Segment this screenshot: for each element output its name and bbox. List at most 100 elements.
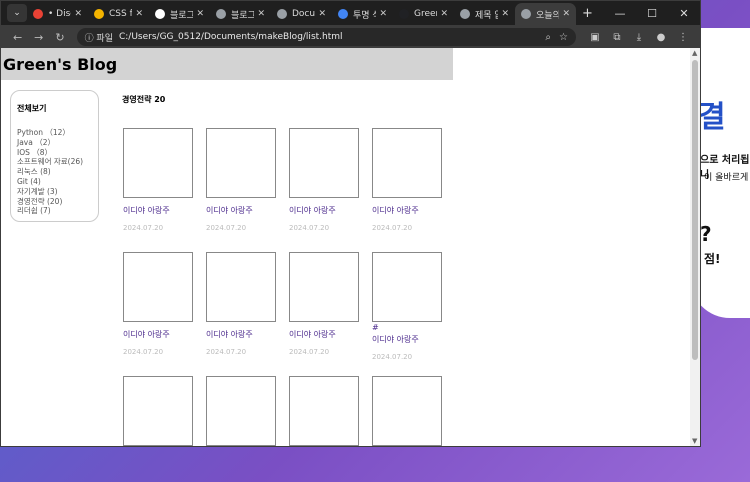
post-card[interactable]	[206, 376, 276, 446]
address-bar[interactable]: ⓘ 파일 C:/Users/GG_0512/Documents/makeBlog…	[76, 28, 576, 46]
post-card[interactable]: 이디야 아랑주 2024.07.20	[206, 252, 276, 356]
post-title[interactable]: 이디야 아랑주	[289, 205, 359, 216]
browser-tab[interactable]: Docum✕	[271, 3, 332, 25]
post-title[interactable]: 이디야 아랑주	[123, 205, 193, 216]
post-title[interactable]: 이디야 아랑주	[206, 205, 276, 216]
site-info-chip[interactable]: ⓘ 파일	[85, 31, 113, 44]
post-thumbnail[interactable]	[372, 252, 442, 322]
blog-header: Green's Blog	[1, 48, 453, 80]
new-tab-plus-icon[interactable]: +	[582, 6, 593, 21]
tab-close-icon[interactable]: ✕	[562, 9, 570, 19]
post-card[interactable]: 이디야 아랑주 2024.07.20	[372, 128, 442, 232]
scrollbar-thumb[interactable]	[692, 60, 698, 360]
close-window-icon[interactable]: ✕	[668, 7, 700, 20]
blog-title[interactable]: Green's Blog	[3, 55, 117, 74]
browser-tab[interactable]: Green✕	[393, 3, 454, 25]
browser-tab[interactable]: • Disco✕	[27, 3, 88, 25]
browser-tab[interactable]: 투명 삭✕	[332, 3, 393, 25]
profile-icon[interactable]: ●	[650, 32, 672, 43]
sidebar-category-link[interactable]: 리더쉽 (7)	[17, 206, 92, 216]
window-controls: — ☐ ✕	[604, 7, 700, 20]
bookmark-star-icon[interactable]: ☆	[559, 32, 568, 43]
sidebar-category-link[interactable]: 소프트웨어 자료(26)	[17, 157, 92, 167]
tab-close-icon[interactable]: ✕	[379, 9, 387, 19]
tab-label: • Disco	[48, 9, 71, 19]
scroll-up-icon[interactable]: ▲	[692, 49, 697, 57]
post-thumbnail[interactable]	[289, 128, 359, 198]
post-thumbnail[interactable]	[206, 376, 276, 446]
sidebar-category-link[interactable]: 경영전략 (20)	[17, 197, 92, 207]
minimize-icon[interactable]: —	[604, 7, 636, 20]
vertical-scrollbar[interactable]: ▲ ▼	[690, 48, 700, 446]
post-date: 2024.07.20	[123, 348, 164, 356]
tab-close-icon[interactable]: ✕	[440, 9, 448, 19]
sidebar-category-link[interactable]: 자기계발 (3)	[17, 187, 92, 197]
browser-tab[interactable]: CSS fle✕	[88, 3, 149, 25]
maximize-icon[interactable]: ☐	[636, 7, 668, 20]
sidebar-heading[interactable]: 전체보기	[17, 103, 92, 114]
browser-tab[interactable]: 제목 없✕	[454, 3, 515, 25]
download-icon[interactable]: ⤓	[628, 32, 650, 43]
reload-icon[interactable]: ↻	[49, 31, 70, 44]
post-title[interactable]: 이디야 아랑주	[372, 205, 442, 216]
tab-close-icon[interactable]: ✕	[257, 9, 265, 19]
background-heading: 결	[698, 100, 726, 135]
tab-close-icon[interactable]: ✕	[74, 9, 82, 19]
zoom-icon[interactable]: ⌕	[545, 32, 551, 43]
tab-label: CSS fle	[109, 9, 133, 19]
post-thumbnail[interactable]	[289, 252, 359, 322]
post-thumbnail[interactable]	[123, 128, 193, 198]
post-title[interactable]: 이디야 아랑주	[372, 334, 442, 345]
tab-favicon-icon	[155, 9, 165, 19]
browser-tab[interactable]: 블로그 ✕	[210, 3, 271, 25]
post-card[interactable]: 이디야 아랑주 2024.07.20	[289, 252, 359, 356]
post-thumbnail[interactable]	[123, 252, 193, 322]
post-date: 2024.07.20	[372, 353, 413, 361]
post-list: 경영전략 20 이디야 아랑주 2024.07.20 이디야 아랑주 2024.07.…	[122, 94, 442, 446]
post-card[interactable]: 이디야 아랑주 2024.07.20	[206, 128, 276, 232]
post-title[interactable]: 이디야 아랑주	[289, 329, 359, 340]
browser-tab[interactable]: 오늘의 ✕	[515, 3, 576, 25]
sidebar-category-link[interactable]: Git (4)	[17, 177, 92, 187]
extensions-icon[interactable]: ⧉	[606, 32, 628, 43]
forward-icon[interactable]: →	[28, 31, 49, 44]
post-date: 2024.07.20	[372, 224, 413, 232]
post-title[interactable]: 이디야 아랑주	[206, 329, 276, 340]
post-card[interactable]	[123, 376, 193, 446]
post-card[interactable]: # 이디야 아랑주 2024.07.20	[372, 252, 442, 361]
post-thumbnail[interactable]	[206, 128, 276, 198]
reading-list-icon[interactable]: ▣	[584, 32, 606, 43]
tab-close-icon[interactable]: ✕	[135, 9, 143, 19]
sidebar-category-link[interactable]: Python （12）	[17, 128, 92, 138]
tab-label: 투명 삭	[353, 10, 376, 21]
url-text[interactable]: C:/Users/GG_0512/Documents/makeBlog/list…	[119, 32, 537, 42]
browser-tab[interactable]: 블로그 ✕	[149, 3, 210, 25]
post-link-hash[interactable]: #	[372, 323, 442, 332]
post-card[interactable]	[372, 376, 442, 446]
post-thumbnail[interactable]	[372, 376, 442, 446]
post-thumbnail[interactable]	[123, 376, 193, 446]
post-thumbnail[interactable]	[206, 252, 276, 322]
sidebar-category-link[interactable]: IOS （8）	[17, 148, 92, 158]
menu-icon[interactable]: ⋮	[672, 32, 694, 43]
scroll-down-icon[interactable]: ▼	[692, 437, 697, 445]
back-icon[interactable]: ←	[7, 31, 28, 44]
post-card[interactable]: 이디야 아랑주 2024.07.20	[123, 128, 193, 232]
post-card[interactable]: 이디야 아랑주 2024.07.20	[289, 128, 359, 232]
category-sidebar: 전체보기 Python （12） Java （2） IOS （8） 소프트웨어 자료(…	[10, 90, 99, 222]
post-thumbnail[interactable]	[289, 376, 359, 446]
tab-label: Green	[414, 9, 437, 19]
sidebar-category-link[interactable]: Java （2）	[17, 138, 92, 148]
category-title: 경영전략 20	[122, 95, 166, 104]
post-title[interactable]: 이디야 아랑주	[123, 329, 193, 340]
tab-close-icon[interactable]: ✕	[501, 9, 509, 19]
post-card[interactable]	[289, 376, 359, 446]
tab-close-icon[interactable]: ✕	[318, 9, 326, 19]
post-thumbnail[interactable]	[372, 128, 442, 198]
tab-search-icon[interactable]: ⌄	[7, 4, 27, 22]
tab-close-icon[interactable]: ✕	[196, 9, 204, 19]
tab-favicon-icon	[521, 9, 531, 19]
post-card[interactable]: 이디야 아랑주 2024.07.20	[123, 252, 193, 356]
tab-favicon-icon	[216, 9, 226, 19]
sidebar-category-link[interactable]: 리눅스 (8)	[17, 167, 92, 177]
